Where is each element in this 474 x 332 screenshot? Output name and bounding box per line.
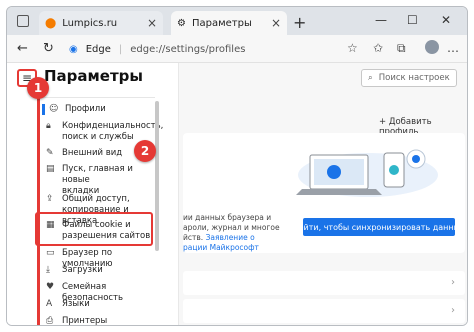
sidebar-item-languages[interactable]: A Языки — [46, 299, 90, 310]
tab-settings[interactable]: ⚙ Параметры × — [171, 11, 287, 35]
language-icon: A — [46, 299, 53, 309]
sidebar-item-appearance[interactable]: ✎ Внешний вид — [46, 148, 122, 159]
highlight-box — [35, 212, 153, 246]
settings-row[interactable]: › — [183, 271, 465, 295]
sidebar-item-label: Конфиденциальность, — [62, 121, 164, 131]
tab-actions-icon[interactable] — [17, 15, 29, 27]
tab-label: Параметры — [191, 17, 252, 29]
new-tab-button[interactable]: + — [293, 13, 306, 32]
sidebar-scrollbar[interactable] — [155, 101, 159, 251]
minimize-button[interactable]: — — [375, 13, 387, 27]
sidebar-item-label: Внешний вид — [62, 148, 123, 158]
favorites-icon[interactable]: ✩ — [373, 41, 383, 55]
step-badge-1: 1 — [27, 77, 49, 99]
favorite-add-icon[interactable]: ☆ — [347, 41, 358, 55]
page-title: Параметры — [44, 67, 143, 85]
chevron-right-icon: › — [451, 277, 455, 288]
plus-icon: + — [379, 117, 387, 127]
privacy-statement-link[interactable]: Заявление о — [206, 233, 255, 242]
privacy-statement-link-cont[interactable]: рации Майкрософт — [183, 243, 280, 253]
edge-logo-icon: ◉ — [69, 43, 78, 55]
sidebar-item-label: Общий доступ, — [62, 194, 130, 204]
url-separator: | — [118, 43, 123, 55]
sidebar-item-profiles[interactable]: ☺ Профили — [42, 104, 106, 115]
sync-description: ии данных браузера и ароли, журнал и мно… — [183, 213, 280, 253]
search-input[interactable]: ⌕ Поиск настроек — [361, 69, 457, 87]
lock-icon: 🔒︎ — [46, 121, 51, 131]
tab-strip: ⬤ Lumpics.ru × ⚙ Параметры × + — ☐ ✕ — [7, 7, 467, 35]
site-label: Edge — [85, 43, 111, 55]
url-text: edge://settings/profiles — [130, 43, 246, 55]
profiles-content: ⌕ Поиск настроек + Добавить профиль ии д… — [179, 63, 467, 325]
profile-avatar[interactable] — [425, 40, 439, 54]
sidebar-item-label: Языки — [62, 299, 90, 309]
tab-close-icon[interactable]: × — [271, 16, 281, 30]
search-placeholder: Поиск настроек — [378, 73, 450, 83]
maximize-button[interactable]: ☐ — [407, 13, 418, 27]
tab-lumpics[interactable]: ⬤ Lumpics.ru × — [39, 11, 163, 35]
close-window-button[interactable]: ✕ — [441, 13, 451, 27]
sidebar-item-printers[interactable]: ⎙ Принтеры — [46, 316, 108, 326]
download-icon: ⤓ — [46, 265, 50, 275]
sync-text-line: ии данных браузера и — [183, 213, 272, 222]
sidebar-item-label: Загрузки — [62, 265, 103, 275]
settings-row[interactable]: › — [183, 299, 465, 323]
step-badge-2: 2 — [134, 140, 156, 162]
chevron-right-icon: › — [451, 305, 455, 316]
sync-card: ии данных браузера и ароли, журнал и мно… — [183, 133, 465, 253]
tab-label: Lumpics.ru — [62, 17, 118, 29]
sidebar-item-label: Пуск, главная и новые — [62, 164, 133, 185]
address-toolbar: ← ↻ ◉ Edge | edge://settings/profiles ☆ … — [7, 35, 467, 63]
sidebar-item-downloads[interactable]: ⤓ Загрузки — [46, 265, 103, 276]
person-icon: ☺ — [49, 104, 59, 114]
refresh-icon[interactable]: ↻ — [43, 41, 54, 56]
brush-icon: ✎ — [46, 148, 54, 158]
settings-menu: ☺ Профили 🔒︎ Конфиденциальность, поиск и … — [37, 97, 163, 326]
screenshot-frame: ⬤ Lumpics.ru × ⚙ Параметры × + — ☐ ✕ ← ↻… — [0, 0, 474, 332]
sidebar-item-start-home-newtab[interactable]: ▤ Пуск, главная и новые вкладки — [46, 164, 155, 197]
start-page-icon: ▤ — [46, 164, 55, 174]
browser-window: ⬤ Lumpics.ru × ⚙ Параметры × + — ☐ ✕ ← ↻… — [6, 6, 468, 326]
back-icon[interactable]: ← — [17, 41, 28, 56]
more-menu-icon[interactable]: … — [447, 41, 459, 55]
collections-icon[interactable]: ⧉ — [397, 41, 406, 56]
sign-in-sync-button[interactable]: Войти, чтобы синхронизировать данные — [293, 218, 465, 236]
sync-text-line: йств. — [183, 233, 204, 242]
gear-icon: ⚙ — [177, 17, 186, 29]
favicon-icon: ⬤ — [45, 17, 57, 29]
tab-close-icon[interactable]: × — [147, 16, 157, 30]
settings-sidebar: ≡ Параметры ☺ Профили 🔒︎ Конфиденциально… — [7, 63, 179, 326]
sidebar-item-label: поиск и службы — [62, 132, 134, 142]
sidebar-item-label: Принтеры — [62, 316, 108, 326]
sync-illustration — [296, 149, 438, 197]
sidebar-item-label: Профили — [65, 104, 106, 114]
settings-page: ≡ Параметры ☺ Профили 🔒︎ Конфиденциально… — [7, 63, 467, 326]
address-bar[interactable]: ◉ Edge | edge://settings/profiles — [69, 39, 379, 59]
sync-text-line: ароли, журнал и многое — [183, 223, 280, 232]
printer-icon: ⎙ — [46, 316, 54, 326]
search-icon: ⌕ — [368, 73, 373, 83]
